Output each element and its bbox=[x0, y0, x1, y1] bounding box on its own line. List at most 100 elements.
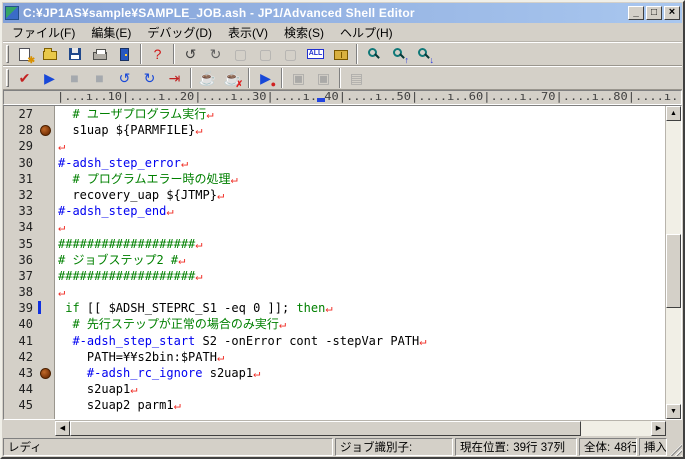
code-line-38[interactable]: 38↵ bbox=[4, 284, 665, 300]
horizontal-scrollbar[interactable]: ◀ ▶ bbox=[55, 420, 666, 436]
toolbar-grip[interactable] bbox=[6, 45, 9, 63]
code-line-34[interactable]: 34 ↵ bbox=[4, 219, 665, 235]
code-line-42[interactable]: 42 PATH=¥¥s2bin:$PATH↵ bbox=[4, 349, 665, 365]
breakpoint-margin[interactable] bbox=[38, 252, 55, 268]
menu-item-6[interactable]: ヘルプ(H) bbox=[332, 23, 401, 42]
code-line-39[interactable]: 39 if [[ $ADSH_STEPRC_S1 -eq 0 ]]; then↵ bbox=[4, 300, 665, 316]
code-line-40[interactable]: 40 # 先行ステップが正常の場合のみ実行↵ bbox=[4, 316, 665, 332]
breakpoint-margin[interactable] bbox=[38, 203, 55, 219]
code-editor[interactable]: 27 # ユーザプログラム実行↵28 s1uap ${PARMFILE}↵29↵… bbox=[4, 106, 665, 419]
line-number[interactable]: 34 bbox=[4, 219, 38, 235]
code-text[interactable]: s2uap2 parm1↵ bbox=[55, 397, 665, 413]
code-text[interactable]: # 先行ステップが正常の場合のみ実行↵ bbox=[55, 316, 665, 332]
code-line-35[interactable]: 35 ###################↵ bbox=[4, 236, 665, 252]
code-line-36[interactable]: 36 # ジョブステップ2 #↵ bbox=[4, 252, 665, 268]
line-number[interactable]: 36 bbox=[4, 252, 38, 268]
code-text[interactable]: ###################↵ bbox=[55, 268, 665, 284]
code-line-33[interactable]: 33 #-adsh_step_end↵ bbox=[4, 203, 665, 219]
line-number[interactable]: 32 bbox=[4, 187, 38, 203]
code-text[interactable]: ↵ bbox=[55, 219, 665, 235]
line-number[interactable]: 30 bbox=[4, 155, 38, 171]
line-number[interactable]: 41 bbox=[4, 333, 38, 349]
search-button[interactable] bbox=[362, 44, 385, 65]
menu-item-1[interactable]: ファイル(F) bbox=[4, 23, 83, 42]
code-text[interactable]: s2uap1↵ bbox=[55, 381, 665, 397]
line-number[interactable]: 44 bbox=[4, 381, 38, 397]
breakpoint-margin[interactable] bbox=[38, 349, 55, 365]
print-button[interactable] bbox=[88, 44, 111, 65]
line-number[interactable]: 33 bbox=[4, 203, 38, 219]
redo-button[interactable]: ↻ bbox=[204, 44, 227, 65]
toolbar-grip[interactable] bbox=[6, 69, 9, 87]
vertical-scroll-track[interactable] bbox=[666, 121, 681, 404]
horizontal-scroll-track[interactable] bbox=[70, 421, 651, 436]
scroll-down-button[interactable]: ▼ bbox=[666, 404, 681, 419]
breakpoint-margin[interactable] bbox=[38, 187, 55, 203]
step-over-button[interactable]: ↻ bbox=[138, 68, 161, 89]
minimize-button[interactable]: _ bbox=[628, 6, 644, 20]
code-text[interactable]: #-adsh_step_end↵ bbox=[55, 203, 665, 219]
breakpoint-icon[interactable] bbox=[40, 125, 51, 136]
step-in-button[interactable]: ↺ bbox=[113, 68, 136, 89]
syntax-check-button[interactable]: ✔ bbox=[13, 68, 36, 89]
scroll-left-button[interactable]: ◀ bbox=[55, 421, 70, 436]
menu-item-3[interactable]: デバッグ(D) bbox=[139, 23, 220, 42]
close-button[interactable]: × bbox=[664, 6, 680, 20]
scroll-right-button[interactable]: ▶ bbox=[651, 421, 666, 436]
code-line-44[interactable]: 44 s2uap1↵ bbox=[4, 381, 665, 397]
debug-run-button[interactable]: ▶ bbox=[38, 68, 61, 89]
line-number[interactable]: 39 bbox=[4, 300, 38, 316]
new-file-button[interactable]: ✱ bbox=[13, 44, 36, 65]
manual-button[interactable] bbox=[329, 44, 352, 65]
menu-item-4[interactable]: 表示(V) bbox=[220, 23, 276, 42]
code-text[interactable]: # プログラムエラー時の処理↵ bbox=[55, 171, 665, 187]
menu-item-5[interactable]: 検索(S) bbox=[276, 23, 332, 42]
menu-item-2[interactable]: 編集(E) bbox=[83, 23, 139, 42]
breakpoint-margin[interactable] bbox=[38, 171, 55, 187]
select-all-button[interactable]: ALL bbox=[304, 44, 327, 65]
breakpoint-margin[interactable] bbox=[38, 316, 55, 332]
breakpoint-icon[interactable] bbox=[40, 368, 51, 379]
breakpoint-margin[interactable] bbox=[38, 333, 55, 349]
close-file-button[interactable] bbox=[113, 44, 136, 65]
set-breakpoint-button[interactable]: ☕ bbox=[196, 68, 219, 89]
vertical-scroll-thumb[interactable] bbox=[666, 234, 681, 308]
code-text[interactable]: #-adsh_rc_ignore s2uap1↵ bbox=[55, 365, 665, 381]
code-line-31[interactable]: 31 # プログラムエラー時の処理↵ bbox=[4, 171, 665, 187]
line-number[interactable]: 43 bbox=[4, 365, 38, 381]
code-text[interactable]: ###################↵ bbox=[55, 236, 665, 252]
code-text[interactable]: s1uap ${PARMFILE}↵ bbox=[55, 122, 665, 138]
breakpoint-margin[interactable] bbox=[38, 268, 55, 284]
breakpoint-margin[interactable] bbox=[38, 106, 55, 122]
save-button[interactable] bbox=[63, 44, 86, 65]
code-line-43[interactable]: 43 #-adsh_rc_ignore s2uap1↵ bbox=[4, 365, 665, 381]
code-text[interactable]: # ユーザプログラム実行↵ bbox=[55, 106, 665, 122]
code-line-27[interactable]: 27 # ユーザプログラム実行↵ bbox=[4, 106, 665, 122]
vertical-scrollbar[interactable]: ▲ ▼ bbox=[665, 106, 681, 419]
breakpoint-margin[interactable] bbox=[38, 155, 55, 171]
breakpoint-margin[interactable] bbox=[38, 381, 55, 397]
code-text[interactable]: if [[ $ADSH_STEPRC_S1 -eq 0 ]]; then↵ bbox=[55, 300, 665, 316]
line-number[interactable]: 35 bbox=[4, 236, 38, 252]
code-line-30[interactable]: 30 #-adsh_step_error↵ bbox=[4, 155, 665, 171]
breakpoint-margin[interactable] bbox=[38, 219, 55, 235]
open-file-button[interactable] bbox=[38, 44, 61, 65]
code-line-45[interactable]: 45 s2uap2 parm1↵ bbox=[4, 397, 665, 413]
breakpoint-margin[interactable] bbox=[38, 122, 55, 138]
line-number[interactable]: 27 bbox=[4, 106, 38, 122]
delete-breakpoints-button[interactable]: ☕✗ bbox=[221, 68, 244, 89]
breakpoint-margin[interactable] bbox=[38, 284, 55, 300]
line-number[interactable]: 29 bbox=[4, 138, 38, 154]
code-line-28[interactable]: 28 s1uap ${PARMFILE}↵ bbox=[4, 122, 665, 138]
code-text[interactable]: recovery_uap ${JTMP}↵ bbox=[55, 187, 665, 203]
line-number[interactable]: 28 bbox=[4, 122, 38, 138]
breakpoint-margin[interactable] bbox=[38, 138, 55, 154]
search-prev-button[interactable]: ↑ bbox=[387, 44, 410, 65]
line-number[interactable]: 37 bbox=[4, 268, 38, 284]
horizontal-scroll-thumb[interactable] bbox=[70, 421, 581, 436]
scroll-up-button[interactable]: ▲ bbox=[666, 106, 681, 121]
code-line-37[interactable]: 37 ###################↵ bbox=[4, 268, 665, 284]
code-text[interactable]: #-adsh_step_error↵ bbox=[55, 155, 665, 171]
code-text[interactable]: # ジョブステップ2 #↵ bbox=[55, 252, 665, 268]
run-to-cursor-button[interactable]: ▶● bbox=[254, 68, 277, 89]
